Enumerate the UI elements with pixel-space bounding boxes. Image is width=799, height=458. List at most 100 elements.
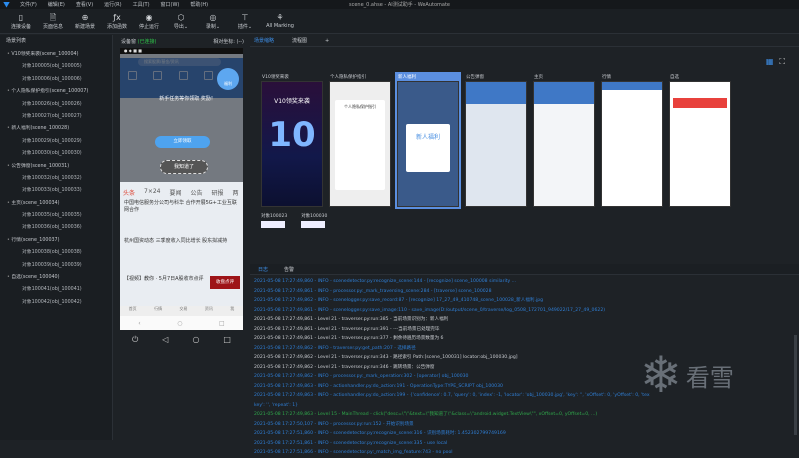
feed-tab[interactable]: 两: [233, 188, 239, 197]
news-item[interactable]: 中国电信服务分公司与科华 合作开展5G+工业互联网合作: [124, 200, 239, 214]
power-icon[interactable]: ⏻: [132, 335, 138, 345]
thumbnail-image: [601, 81, 663, 207]
back-icon[interactable]: ‹: [138, 320, 140, 327]
recent-icon[interactable]: □: [219, 320, 225, 327]
feed-tab[interactable]: 7×24: [144, 188, 160, 197]
object-item[interactable]: 对象100033(obj_100033): [0, 185, 112, 197]
log-line: 2021-05-08 17:27:51,866 - INFO - scenede…: [254, 450, 453, 455]
phone-icon: ▯: [18, 12, 24, 22]
main-tabs: 场景缩略 流程图 +: [250, 35, 799, 47]
menu-item[interactable]: 文件(F): [20, 1, 37, 8]
bottom-nav-item[interactable]: 资讯: [205, 306, 213, 316]
recent-icon[interactable]: □: [223, 335, 231, 345]
connection-status: (已连接): [137, 39, 157, 45]
snowflake-icon: ❄: [640, 346, 682, 404]
tab[interactable]: 场景缩略: [254, 37, 274, 44]
watermark-logo: ❄ 看雪: [640, 346, 734, 404]
ad-button[interactable]: 收盘点评: [210, 276, 240, 289]
ad-title[interactable]: 【视频】教你 · 5月7日A股收市点评: [124, 276, 206, 283]
menu-item[interactable]: 运行(R): [104, 1, 121, 8]
back-icon[interactable]: ◁: [162, 335, 168, 345]
tab[interactable]: 流程图: [292, 37, 307, 44]
scene-item[interactable]: 行情(scene_100037): [0, 235, 112, 247]
got-it-button[interactable]: 我知道了: [160, 160, 208, 174]
object-item[interactable]: 对象100042(obj_100042): [0, 297, 112, 309]
news-item[interactable]: 杭州国资动态 三季度收入同比增长 股东拟减持: [124, 238, 239, 245]
feed-tab[interactable]: 公告: [191, 188, 203, 197]
tree-view-icon[interactable]: ⛶: [779, 57, 785, 66]
claim-button[interactable]: 立即领取: [155, 136, 210, 148]
object-item[interactable]: 对象100027(obj_100027): [0, 111, 112, 123]
scene-tree: V10领奖来袭(scene_100004)对象100005(obj_100005…: [0, 45, 112, 309]
menu-item[interactable]: 查看(V): [76, 1, 93, 8]
scene-item[interactable]: 新人福利(scene_100028): [0, 123, 112, 135]
toolbar-button[interactable]: ⊕ 新建场景: [69, 9, 101, 33]
bottom-nav-item[interactable]: 行情: [154, 306, 162, 316]
feed-tab[interactable]: 头条: [123, 188, 135, 197]
object-item[interactable]: 对象100029(obj_100029): [0, 136, 112, 148]
scene-item[interactable]: V10领奖来袭(scene_100004): [0, 49, 112, 61]
scene-item[interactable]: 个人隐私保护指引(scene_100007): [0, 86, 112, 98]
object-item[interactable]: 对象100038(obj_100038): [0, 247, 112, 259]
add-tab-button[interactable]: +: [325, 38, 329, 44]
log-tab[interactable]: 日志: [250, 264, 276, 274]
log-tab[interactable]: 告警: [276, 264, 302, 274]
object-item[interactable]: 对象100026(obj_100026): [0, 99, 112, 111]
feed-tab[interactable]: 要闻: [170, 188, 182, 197]
log-line: 2021-05-08 17:27:49,860 - INFO - scenede…: [254, 279, 517, 284]
menu-item[interactable]: 编辑(E): [48, 1, 65, 8]
menu-item[interactable]: 窗口(W): [161, 1, 180, 8]
object-item[interactable]: 对象100036(obj_100036): [0, 222, 112, 234]
toolbar: ▯ 连接设备 🗎 页面信息 ⊕ 新建场景 ƒx 添加函数 ◉ 停止运行 ⬡ 导出⌄ ◎ 录制⌄ ⊤ 插件⌄ ⚘ A…: [0, 9, 799, 34]
object-thumbnail[interactable]: 对象100030: [301, 213, 327, 228]
object-item[interactable]: 对象100039(obj_100039): [0, 260, 112, 272]
device-screen[interactable]: ● ◆ ■ ■ 搜索股票/基金/资讯 福利 新手任务等你领取 奖励！ 立即领取 …: [120, 48, 243, 330]
bottom-nav-item[interactable]: 交易: [179, 306, 187, 316]
menu-item[interactable]: 帮助(H): [190, 1, 208, 8]
coords-readout: 相对坐标: (--): [213, 39, 244, 45]
toolbar-button[interactable]: ⊤ 插件⌄: [229, 9, 261, 33]
scene-thumbnail[interactable]: 个人隐私保护指引 个人隐私保护指引: [329, 74, 391, 207]
toolbar-button-label: 页面信息: [42, 23, 63, 30]
object-item[interactable]: 对象100030(obj_100030): [0, 148, 112, 160]
toolbar-button[interactable]: ⚘ All Marking: [261, 9, 299, 33]
scene-thumbnail[interactable]: V10领奖来袭 V10领奖来袭 10: [261, 74, 323, 207]
grid-view-icon[interactable]: ▦: [766, 57, 774, 66]
log-line: 2021-05-08 17:27:49,861 - INFO - process…: [254, 288, 492, 294]
welfare-bubble[interactable]: 福利: [217, 68, 239, 90]
device-panel: 设备窗 (已连接) 相对坐标: (--) ● ◆ ■ ■ 搜索股票/基金/资讯 …: [117, 35, 248, 440]
scene-item[interactable]: 自选(scene_100040): [0, 272, 112, 284]
bottom-nav-item[interactable]: 我: [230, 306, 234, 316]
log-scrollbar[interactable]: [794, 335, 797, 435]
scene-thumbnail[interactable]: 主页: [533, 74, 595, 207]
toolbar-button[interactable]: ◉ 停止运行: [133, 9, 165, 33]
toolbar-button[interactable]: ◎ 录制⌄: [197, 9, 229, 33]
toolbar-button[interactable]: ƒx 添加函数: [101, 9, 133, 33]
toolbar-button-label: 停止运行: [138, 23, 159, 30]
feed-tab[interactable]: 研报: [212, 188, 224, 197]
thumbnail-label: 新人福利: [397, 74, 459, 81]
object-item[interactable]: 对象100006(obj_100006): [0, 74, 112, 86]
toolbar-button[interactable]: ⬡ 导出⌄: [165, 9, 197, 33]
object-thumbnail[interactable]: 对象100023: [261, 213, 287, 228]
toolbar-button[interactable]: ▯ 连接设备: [5, 9, 37, 33]
toolbar-button[interactable]: 🗎 页面信息: [37, 9, 69, 33]
scene-thumbnail[interactable]: 行情: [601, 74, 663, 207]
bottom-nav-item[interactable]: 首页: [129, 306, 137, 316]
home-icon[interactable]: ○: [192, 335, 199, 345]
object-item[interactable]: 对象100041(obj_100041): [0, 284, 112, 296]
menu-item[interactable]: 工具(T): [133, 1, 150, 8]
object-item[interactable]: 对象100035(obj_100035): [0, 210, 112, 222]
export-icon: ⬡: [177, 12, 185, 22]
scene-thumbnail[interactable]: 自选: [669, 74, 731, 207]
app-bottom-nav: 首页 行情 交易 资讯 我: [120, 306, 243, 316]
home-icon[interactable]: ○: [177, 320, 182, 327]
scene-thumbnail[interactable]: 新人福利 新人福利: [395, 72, 461, 209]
scene-item[interactable]: 主页(scene_100034): [0, 198, 112, 210]
object-item[interactable]: 对象100032(obj_100032): [0, 173, 112, 185]
object-item[interactable]: 对象100005(obj_100005): [0, 61, 112, 73]
title-bar: 文件(F) 编辑(E) 查看(V) 运行(R) 工具(T) 窗口(W) 帮助(H) scen…: [0, 0, 799, 9]
scene-thumbnail[interactable]: 公告弹窗: [465, 74, 527, 207]
thumbnail-label: 个人隐私保护指引: [330, 75, 366, 80]
scene-item[interactable]: 公告弹窗(scene_100031): [0, 161, 112, 173]
